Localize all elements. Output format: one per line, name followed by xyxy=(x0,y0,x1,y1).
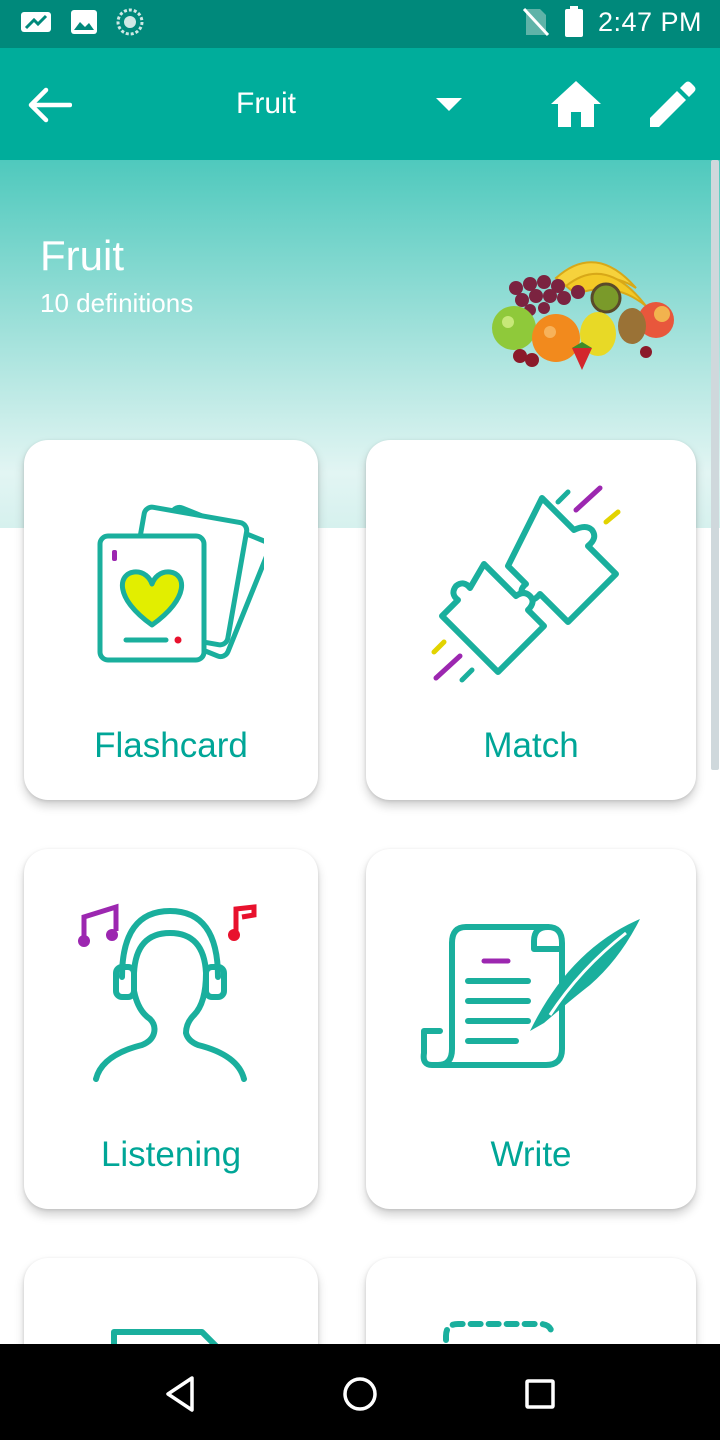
nav-home-icon[interactable] xyxy=(338,1372,382,1416)
back-button[interactable] xyxy=(22,78,76,132)
write-card[interactable]: Write xyxy=(366,849,696,1209)
flashcard-icon xyxy=(97,504,264,663)
listening-icon xyxy=(78,903,257,1082)
listening-label: Listening xyxy=(100,1135,242,1174)
puzzle-icon xyxy=(431,485,621,683)
battery-icon xyxy=(564,6,583,37)
flashcard-card[interactable]: Flashcard xyxy=(24,440,318,800)
home-icon xyxy=(551,81,601,127)
listening-card[interactable]: Listening xyxy=(24,849,318,1209)
deck-header-title: Fruit xyxy=(40,232,124,279)
no-sim-icon xyxy=(522,7,550,37)
app-bar: Fruit xyxy=(0,48,720,160)
dropdown-icon xyxy=(436,98,462,111)
home-button[interactable] xyxy=(548,78,604,130)
image-icon xyxy=(71,10,97,34)
flashcard-label: Flashcard xyxy=(94,726,248,765)
deck-title: Fruit xyxy=(236,87,296,120)
nav-back-icon[interactable] xyxy=(158,1372,202,1416)
deck-selector[interactable]: Fruit xyxy=(236,76,476,132)
back-arrow-icon xyxy=(28,87,72,123)
edit-button[interactable] xyxy=(644,78,698,130)
status-bar: 2:47 PM xyxy=(0,0,720,48)
sim-icon xyxy=(21,12,51,32)
system-nav-bar xyxy=(0,1344,720,1440)
status-time: 2:47 PM xyxy=(597,6,702,37)
edit-icon xyxy=(650,81,696,127)
sync-icon xyxy=(116,8,144,36)
match-label: Match xyxy=(483,726,579,765)
write-label: Write xyxy=(490,1135,572,1174)
fruit-basket-image xyxy=(492,261,674,370)
write-icon xyxy=(420,919,640,1068)
match-card[interactable]: Match xyxy=(366,440,696,800)
definition-count: 10 definitions xyxy=(40,288,194,318)
nav-recents-icon[interactable] xyxy=(518,1372,562,1416)
scrollbar[interactable] xyxy=(711,160,719,770)
